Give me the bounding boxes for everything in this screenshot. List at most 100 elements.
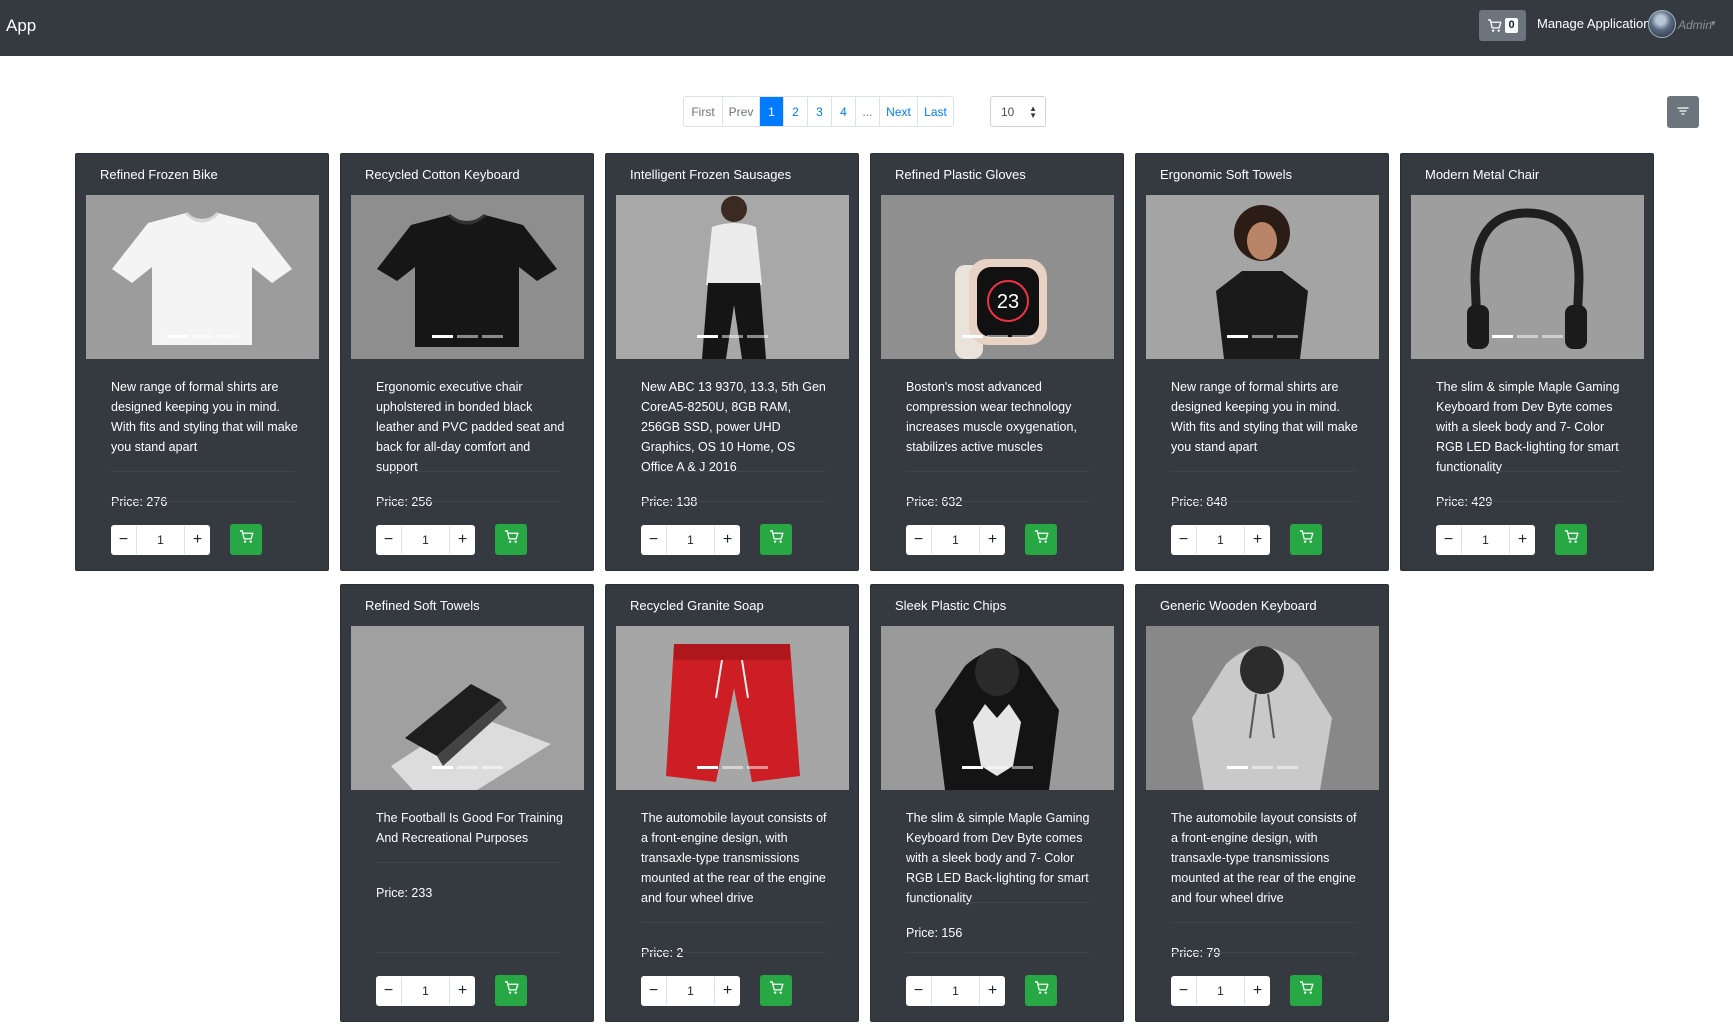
carousel-indicator[interactable] xyxy=(482,335,503,338)
carousel-indicator[interactable] xyxy=(217,335,238,338)
decrement-button[interactable]: − xyxy=(641,526,667,554)
product-image-carousel[interactable] xyxy=(616,195,849,359)
carousel-indicator[interactable] xyxy=(457,766,478,769)
carousel-indicator[interactable] xyxy=(1492,335,1513,338)
product-description: The slim & simple Maple Gaming Keyboard … xyxy=(906,811,1090,905)
manage-application-link[interactable]: Manage Application xyxy=(1537,16,1650,31)
user-menu-toggle[interactable]: Admin xyxy=(1678,18,1712,32)
increment-button[interactable]: + xyxy=(449,977,475,1005)
decrement-button[interactable]: − xyxy=(641,977,667,1005)
decrement-button[interactable]: − xyxy=(376,977,402,1005)
carousel-indicator[interactable] xyxy=(1227,335,1248,338)
page-first[interactable]: First xyxy=(684,97,722,126)
carousel-indicator[interactable] xyxy=(987,335,1008,338)
cart-icon xyxy=(1487,18,1502,33)
carousel-indicator[interactable] xyxy=(1277,766,1298,769)
filter-icon xyxy=(1677,103,1689,121)
product-image-carousel[interactable]: 23 xyxy=(881,195,1114,359)
increment-button[interactable]: + xyxy=(714,526,740,554)
carousel-indicator[interactable] xyxy=(1542,335,1563,338)
carousel-indicator[interactable] xyxy=(1252,335,1273,338)
carousel-indicator[interactable] xyxy=(987,766,1008,769)
add-to-cart-button[interactable] xyxy=(230,524,262,555)
increment-button[interactable]: + xyxy=(1244,526,1270,554)
increment-button[interactable]: + xyxy=(714,977,740,1005)
page-3[interactable]: 3 xyxy=(807,97,831,126)
decrement-button[interactable]: − xyxy=(906,526,932,554)
page-size-select[interactable]: 10 ▲ ▼ xyxy=(990,96,1046,127)
page-last[interactable]: Last xyxy=(917,97,953,126)
increment-button[interactable]: + xyxy=(1244,977,1270,1005)
decrement-button[interactable]: − xyxy=(1171,526,1197,554)
add-to-cart-button[interactable] xyxy=(495,975,527,1006)
product-image-carousel[interactable] xyxy=(1411,195,1644,359)
cart-icon xyxy=(769,981,784,1000)
add-to-cart-button[interactable] xyxy=(495,524,527,555)
carousel-indicator[interactable] xyxy=(962,335,983,338)
product-image-carousel[interactable] xyxy=(1146,195,1379,359)
increment-button[interactable]: + xyxy=(979,977,1005,1005)
carousel-indicator[interactable] xyxy=(1277,335,1298,338)
carousel-indicator[interactable] xyxy=(1517,335,1538,338)
cart-icon xyxy=(1034,530,1049,549)
carousel-indicator[interactable] xyxy=(1012,335,1033,338)
quantity-value[interactable]: 1 xyxy=(137,533,184,547)
cart-button[interactable]: 0 xyxy=(1479,10,1526,41)
decrement-button[interactable]: − xyxy=(906,977,932,1005)
carousel-indicator[interactable] xyxy=(747,335,768,338)
carousel-indicator[interactable] xyxy=(697,335,718,338)
carousel-indicator[interactable] xyxy=(1012,766,1033,769)
product-image-carousel[interactable] xyxy=(1146,626,1379,790)
product-image-carousel[interactable] xyxy=(881,626,1114,790)
quantity-value[interactable]: 1 xyxy=(1462,533,1509,547)
filter-button[interactable] xyxy=(1667,96,1699,128)
page-prev[interactable]: Prev xyxy=(722,97,759,126)
page-1[interactable]: 1 xyxy=(759,97,783,126)
add-to-cart-button[interactable] xyxy=(1290,524,1322,555)
quantity-value[interactable]: 1 xyxy=(932,984,979,998)
increment-button[interactable]: + xyxy=(979,526,1005,554)
add-to-cart-button[interactable] xyxy=(1025,975,1057,1006)
carousel-indicator[interactable] xyxy=(432,766,453,769)
increment-button[interactable]: + xyxy=(184,526,210,554)
quantity-value[interactable]: 1 xyxy=(667,533,714,547)
carousel-indicator[interactable] xyxy=(457,335,478,338)
quantity-value[interactable]: 1 xyxy=(1197,984,1244,998)
page-next[interactable]: Next xyxy=(879,97,917,126)
decrement-button[interactable]: − xyxy=(376,526,402,554)
page-4[interactable]: 4 xyxy=(831,97,855,126)
product-image-carousel[interactable] xyxy=(351,626,584,790)
carousel-indicator[interactable] xyxy=(1252,766,1273,769)
carousel-indicator[interactable] xyxy=(697,766,718,769)
carousel-indicator[interactable] xyxy=(722,335,743,338)
carousel-indicator[interactable] xyxy=(192,335,213,338)
decrement-button[interactable]: − xyxy=(111,526,137,554)
quantity-value[interactable]: 1 xyxy=(1197,533,1244,547)
add-to-cart-button[interactable] xyxy=(1290,975,1322,1006)
carousel-indicator[interactable] xyxy=(432,335,453,338)
product-image-carousel[interactable] xyxy=(86,195,319,359)
carousel-indicator[interactable] xyxy=(167,335,188,338)
carousel-indicator[interactable] xyxy=(962,766,983,769)
quantity-value[interactable]: 1 xyxy=(932,533,979,547)
decrement-button[interactable]: − xyxy=(1436,526,1462,554)
add-to-cart-button[interactable] xyxy=(1025,524,1057,555)
carousel-indicator[interactable] xyxy=(1227,766,1248,769)
carousel-indicator[interactable] xyxy=(722,766,743,769)
carousel-indicator[interactable] xyxy=(747,766,768,769)
decrement-button[interactable]: − xyxy=(1171,977,1197,1005)
quantity-value[interactable]: 1 xyxy=(402,533,449,547)
avatar[interactable] xyxy=(1648,10,1676,38)
add-to-cart-button[interactable] xyxy=(760,975,792,1006)
quantity-value[interactable]: 1 xyxy=(402,984,449,998)
add-to-cart-button[interactable] xyxy=(1555,524,1587,555)
increment-button[interactable]: + xyxy=(449,526,475,554)
add-to-cart-button[interactable] xyxy=(760,524,792,555)
carousel-indicator[interactable] xyxy=(482,766,503,769)
page-2[interactable]: 2 xyxy=(783,97,807,126)
brand-link[interactable]: App xyxy=(6,16,36,36)
quantity-value[interactable]: 1 xyxy=(667,984,714,998)
increment-button[interactable]: + xyxy=(1509,526,1535,554)
product-image-carousel[interactable] xyxy=(616,626,849,790)
product-image-carousel[interactable] xyxy=(351,195,584,359)
